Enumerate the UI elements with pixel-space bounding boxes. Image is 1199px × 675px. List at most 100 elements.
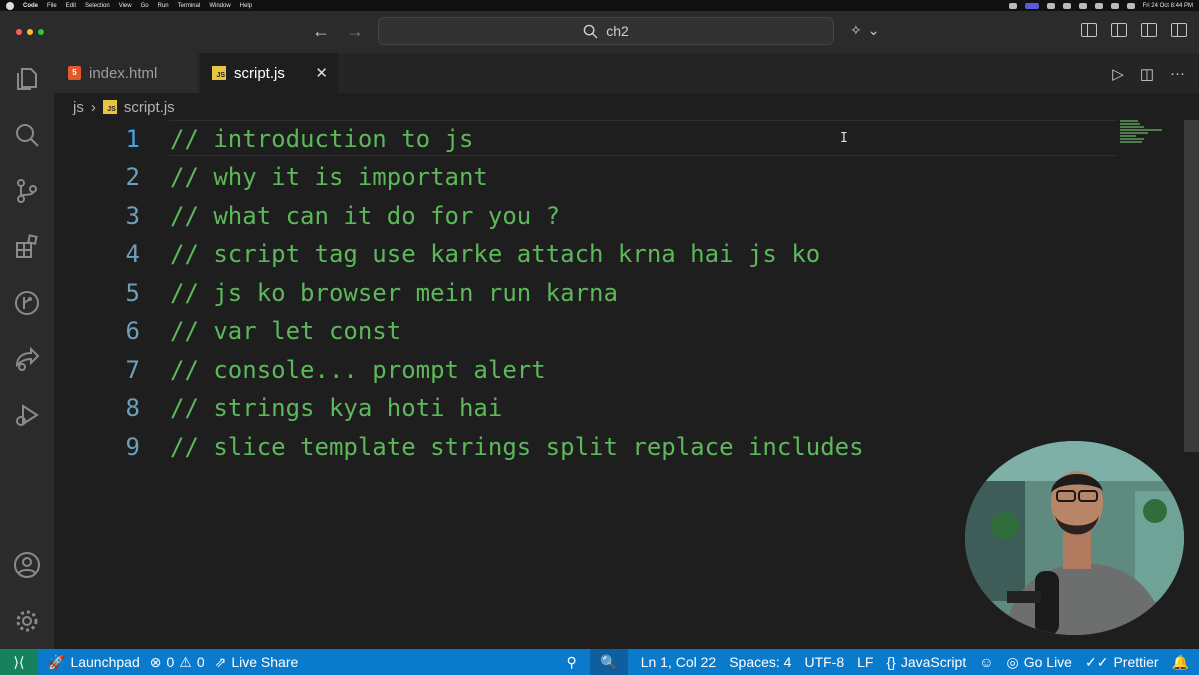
code-line[interactable]: 3 // what can it do for you ?: [54, 197, 561, 235]
tab-label: script.js: [234, 64, 285, 82]
menu-go[interactable]: Go: [141, 3, 149, 9]
spotlight-icon[interactable]: [1110, 2, 1119, 9]
menu-run[interactable]: Run: [158, 3, 169, 9]
live-share-button[interactable]: ⇗ Live Share: [215, 654, 299, 671]
settings-gear-icon[interactable]: [13, 607, 41, 635]
problems-indicator[interactable]: ⊗ 0 ⚠ 0: [150, 654, 205, 671]
source-control-icon[interactable]: [13, 177, 41, 205]
account-icon[interactable]: [13, 551, 41, 579]
command-center-search[interactable]: ch2: [378, 17, 834, 45]
split-editor-icon[interactable]: ◫: [1140, 65, 1154, 83]
breadcrumb: js › JS script.js: [73, 97, 175, 117]
tray-icon[interactable]: [1046, 2, 1055, 9]
end-of-line[interactable]: LF: [857, 654, 873, 670]
more-actions-icon[interactable]: ···: [1170, 65, 1185, 83]
bell-icon[interactable]: 🔔: [1172, 654, 1189, 671]
menu-edit[interactable]: Edit: [66, 3, 76, 9]
menu-file[interactable]: File: [47, 3, 57, 9]
code-line[interactable]: 1 // introduction to js: [54, 120, 474, 158]
code-text[interactable]: // why it is important: [170, 163, 488, 191]
code-text[interactable]: // console... prompt alert: [170, 356, 546, 384]
code-line[interactable]: 2 // why it is important: [54, 158, 488, 196]
breadcrumb-file[interactable]: script.js: [124, 99, 175, 116]
go-live-label: Go Live: [1023, 654, 1072, 670]
line-number: 2: [125, 163, 140, 191]
menu-help[interactable]: Help: [240, 3, 252, 9]
prettier-button[interactable]: ✓✓ Prettier: [1085, 654, 1159, 671]
menubar-clock[interactable]: Fri 24 Oct 8:44 PM: [1143, 3, 1193, 9]
apple-icon[interactable]: [6, 1, 14, 10]
broadcast-icon: ◎: [1006, 653, 1019, 670]
line-number: 9: [125, 433, 140, 461]
control-center-icon[interactable]: [1126, 2, 1135, 9]
menu-window[interactable]: Window: [209, 3, 230, 9]
screen-record-icon[interactable]: [1024, 2, 1039, 9]
code-line[interactable]: 5 // js ko browser mein run karna: [54, 274, 618, 312]
code-line[interactable]: 8 // strings kya hoti hai: [54, 389, 503, 427]
mouse-cursor-icon: I: [840, 131, 848, 146]
code-text[interactable]: // strings kya hoti hai: [170, 394, 502, 422]
forward-arrow-icon[interactable]: →: [346, 21, 364, 42]
language-mode[interactable]: {} JavaScript: [886, 654, 966, 670]
go-live-button[interactable]: ◎ Go Live: [1007, 654, 1072, 671]
remote-indicator[interactable]: ⟩⟨: [0, 649, 38, 675]
launchpad-button[interactable]: 🚀 Launchpad: [48, 654, 140, 671]
code-text[interactable]: // script tag use karke attach krna hai …: [170, 240, 820, 268]
code-text[interactable]: // var let const: [170, 317, 401, 345]
code-text[interactable]: // js ko browser mein run karna: [170, 279, 618, 307]
code-line[interactable]: 9 // slice template strings split replac…: [54, 428, 864, 466]
toggle-panel-icon[interactable]: [1141, 23, 1157, 37]
tray-icon[interactable]: [1078, 2, 1087, 9]
zoom-window-button[interactable]: [38, 29, 44, 35]
remote-icon: ⟩⟨: [13, 653, 25, 670]
webcam-overlay: [965, 441, 1184, 635]
code-line[interactable]: 6 // var let const: [54, 312, 402, 350]
extensions-icon[interactable]: [13, 233, 41, 261]
line-number: 7: [125, 356, 140, 384]
copilot-status-icon[interactable]: ☺: [979, 654, 993, 670]
tray-icon[interactable]: [1062, 2, 1071, 9]
tab-script-js[interactable]: JS script.js ✕: [200, 53, 338, 93]
menu-terminal[interactable]: Terminal: [178, 3, 201, 9]
customize-layout-icon[interactable]: [1081, 23, 1097, 37]
js-file-icon: JS: [102, 100, 117, 114]
code-text[interactable]: // slice template strings split replace …: [170, 433, 864, 461]
menu-view[interactable]: View: [119, 3, 132, 9]
activity-bar: [0, 53, 54, 649]
minimap[interactable]: [1120, 120, 1170, 143]
code-line[interactable]: 7 // console... prompt alert: [54, 351, 546, 389]
tab-index-html[interactable]: 5 index.html: [54, 53, 198, 93]
code-text[interactable]: // introduction to js: [170, 125, 473, 153]
menu-selection[interactable]: Selection: [85, 3, 110, 9]
copilot-icon: ✧: [850, 22, 862, 38]
warning-count: 0: [196, 654, 205, 670]
files-icon[interactable]: [13, 65, 41, 93]
search-icon[interactable]: [13, 121, 41, 149]
status-tray-icon[interactable]: [1008, 2, 1017, 9]
vertical-scrollbar[interactable]: [1184, 120, 1199, 452]
close-icon[interactable]: ✕: [315, 64, 328, 82]
menu-app-name[interactable]: Code: [23, 3, 38, 9]
line-number: 1: [125, 125, 140, 153]
cursor-position[interactable]: Ln 1, Col 22: [641, 654, 717, 670]
html-file-icon: 5: [68, 66, 81, 80]
live-share-icon[interactable]: [13, 345, 41, 373]
broadcast-icon[interactable]: ⚲: [566, 654, 576, 671]
code-line[interactable]: 4 // script tag use karke attach krna ha…: [54, 235, 821, 273]
run-debug-icon[interactable]: [13, 401, 41, 429]
minimize-window-button[interactable]: [27, 29, 33, 35]
wifi-icon[interactable]: [1094, 2, 1103, 9]
code-text[interactable]: // what can it do for you ?: [170, 202, 560, 230]
toggle-primary-sidebar-icon[interactable]: [1111, 23, 1127, 37]
indentation[interactable]: Spaces: 4: [729, 654, 791, 670]
close-window-button[interactable]: [16, 29, 22, 35]
breadcrumb-folder[interactable]: js: [73, 99, 84, 116]
file-encoding[interactable]: UTF-8: [804, 654, 844, 670]
prettier-label: Prettier: [1113, 654, 1159, 670]
git-graph-icon[interactable]: [13, 289, 41, 317]
run-icon[interactable]: ▷: [1112, 65, 1124, 83]
toggle-secondary-sidebar-icon[interactable]: [1171, 23, 1187, 37]
zoom-icon[interactable]: 🔍: [589, 649, 628, 675]
back-arrow-icon[interactable]: ←: [312, 21, 330, 42]
copilot-menu[interactable]: ✧ ⌄: [850, 22, 879, 39]
